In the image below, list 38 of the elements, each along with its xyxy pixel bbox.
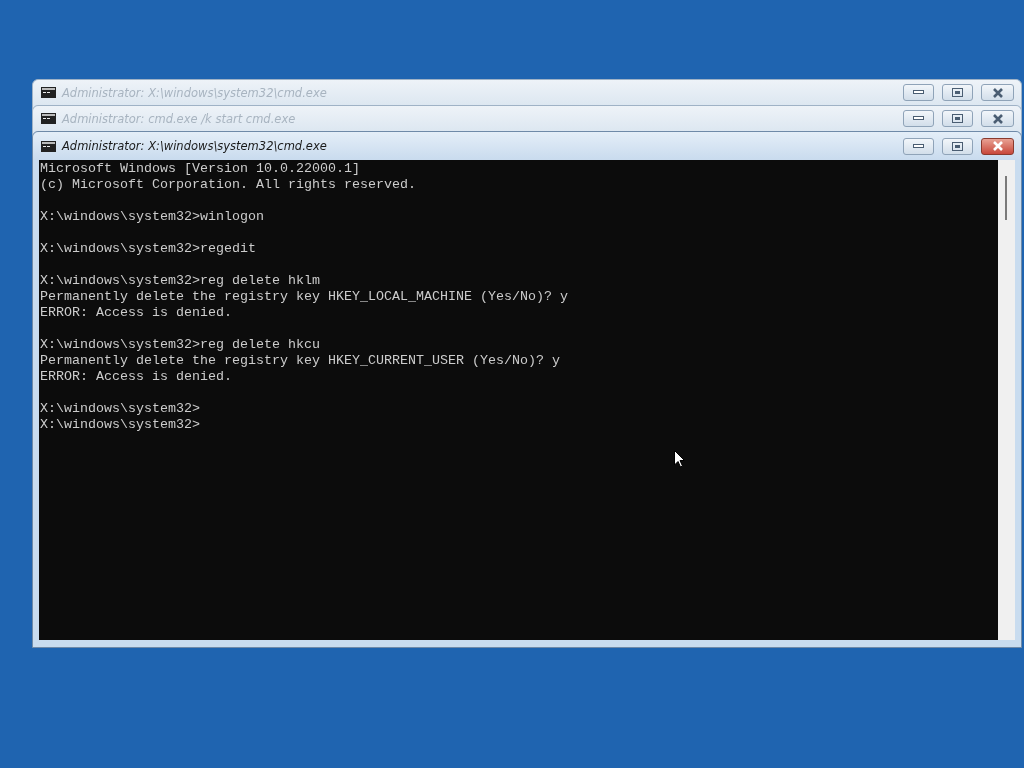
console-line: Permanently delete the registry key HKEY_CURRENT_USER (Yes/No)? y [40,353,561,369]
minimize-button[interactable] [903,137,934,155]
console-line: (c) Microsoft Corporation. All rights reserved. [40,177,417,193]
maximize-button[interactable] [942,137,973,155]
minimize-button[interactable] [903,84,934,101]
console-line: X:\windows\system32> [40,417,201,433]
console-line: Permanently delete the registry key HKEY_LOCAL_MACHINE (Yes/No)? y [40,289,569,305]
close-icon [991,87,1004,98]
maximize-icon [952,88,963,97]
minimize-button[interactable] [903,110,934,127]
console-icon [41,140,56,152]
close-button[interactable] [981,84,1014,101]
console-icon [41,87,56,98]
minimize-icon [913,116,924,121]
console-line: X:\windows\system32>regedit [40,241,257,257]
close-icon [991,141,1004,151]
console-line: Microsoft Windows [Version 10.0.22000.1] [40,161,361,177]
minimize-icon [913,90,924,95]
maximize-button[interactable] [942,110,973,127]
window-title: Administrator: X:\windows\system32\cmd.exe [62,139,328,153]
scrollbar[interactable] [998,160,1015,640]
mouse-pointer-icon [674,450,685,468]
maximize-icon [952,114,963,123]
window-title: Administrator: cmd.exe /k start cmd.exe [62,111,297,126]
maximize-icon [952,141,963,151]
close-button[interactable] [981,110,1014,127]
console-line: ERROR: Access is denied. [40,369,233,385]
console-line: X:\windows\system32>reg delete hkcu [40,337,321,353]
minimize-icon [913,143,924,149]
close-icon [991,113,1004,124]
window-title: Administrator: X:\windows\system32\cmd.exe [62,85,328,100]
console-icon [41,113,56,124]
console-line: X:\windows\system32>winlogon [40,209,265,225]
console-line: ERROR: Access is denied. [40,305,233,321]
close-button[interactable] [981,137,1014,155]
maximize-button[interactable] [942,84,973,101]
console-line: X:\windows\system32> [40,401,201,417]
console-line: X:\windows\system32>reg delete hklm [40,273,321,289]
